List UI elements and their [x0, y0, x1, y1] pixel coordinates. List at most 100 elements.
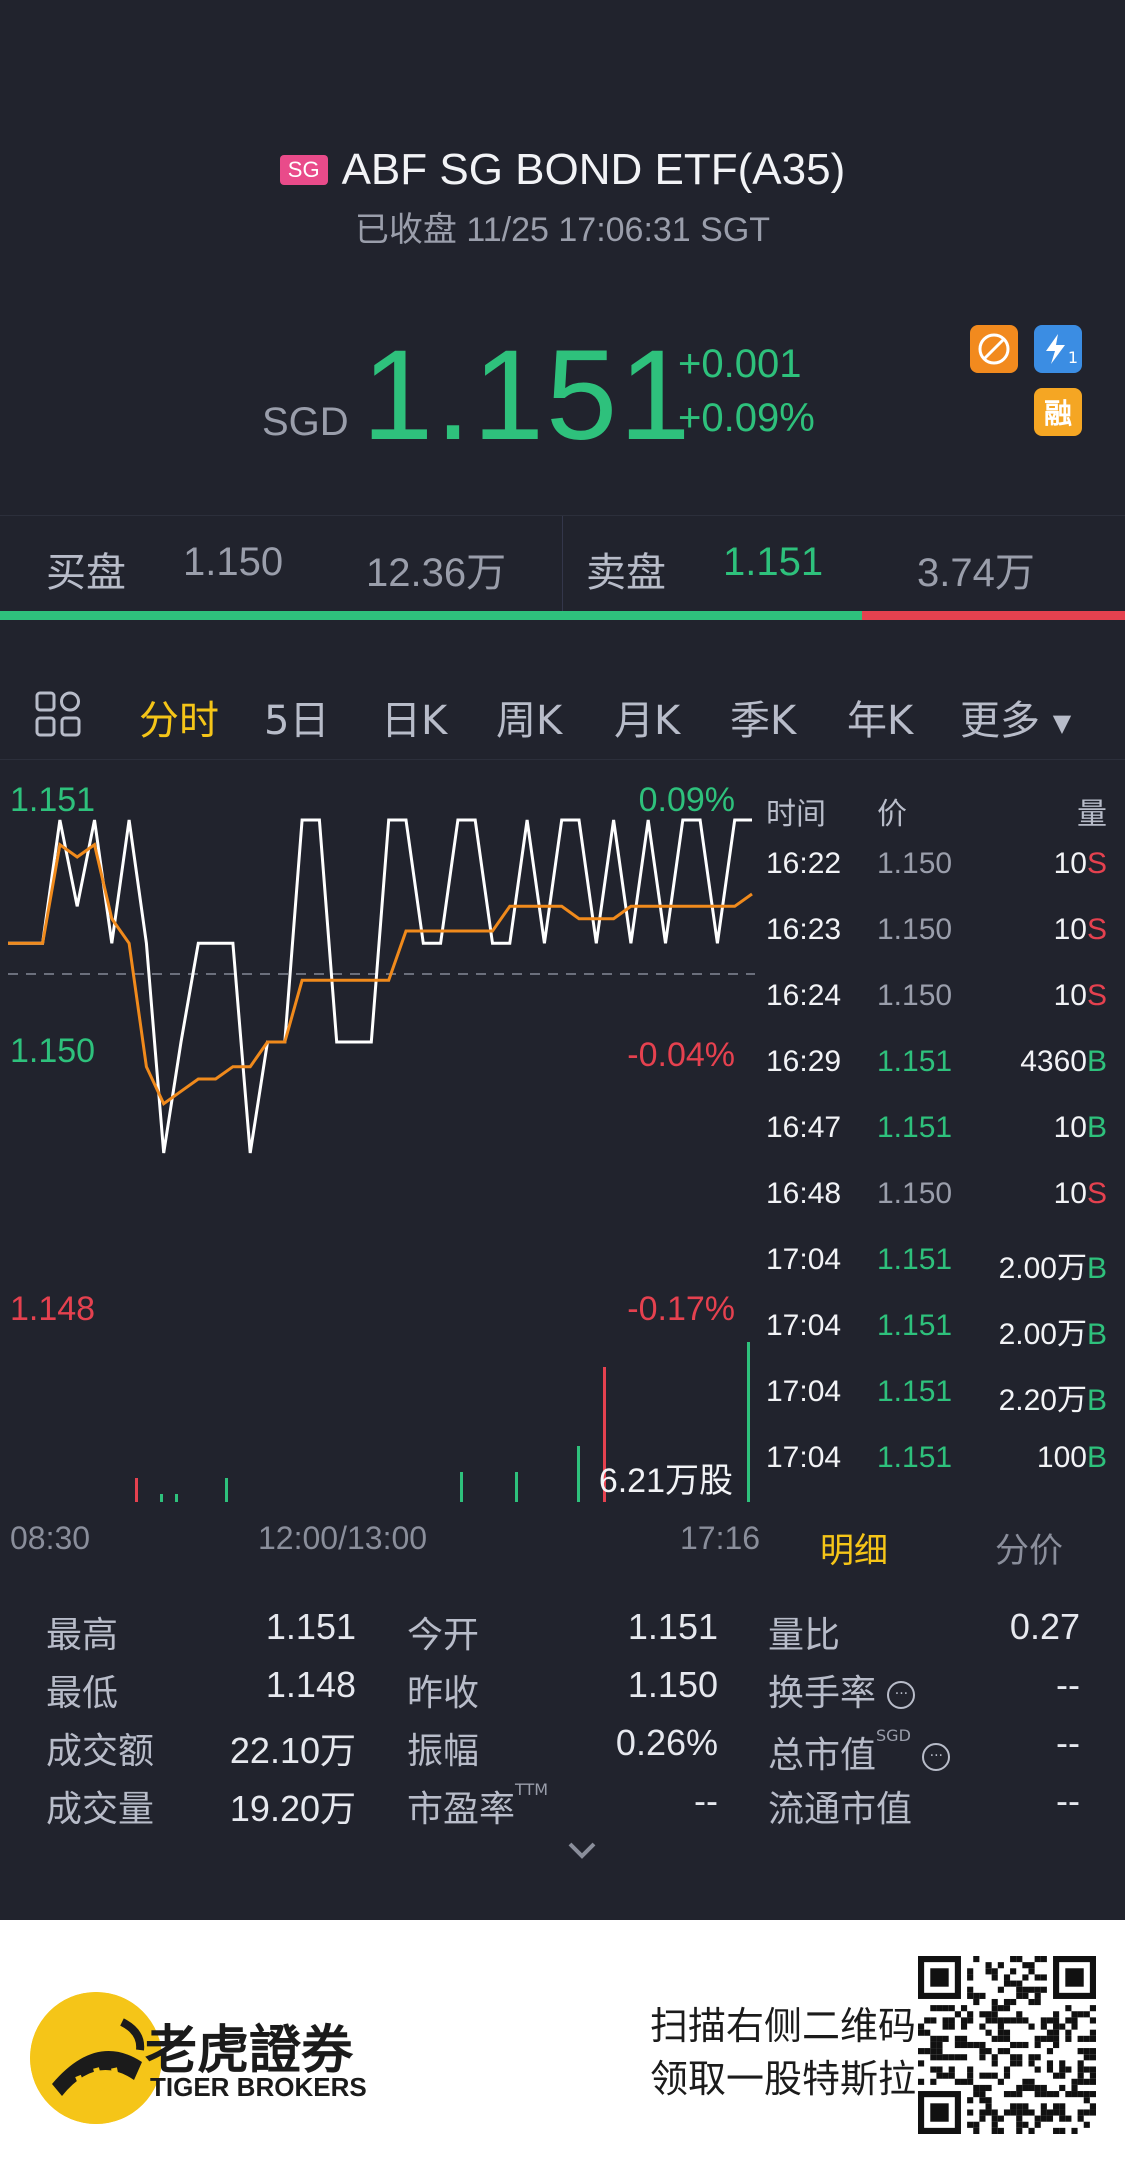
tick-side: S — [1086, 913, 1107, 946]
chart-period-tabs: 分时 5日 日K 周K 月K 季K 年K 更多 ▼ — [0, 660, 1125, 760]
ticks-header-volume: 量 — [1077, 797, 1107, 832]
tick-price: 1.151 — [877, 1111, 953, 1144]
y-left-tick: 1.151 — [10, 781, 95, 819]
tick-row: 16:48 1.150 10S — [760, 1177, 1125, 1243]
stat-low-label: 最低 — [46, 1673, 119, 1714]
tick-volume-value: 10 — [1053, 1177, 1087, 1210]
tick-price: 1.151 — [877, 1243, 953, 1276]
stat-volume: 19.20万 — [229, 1788, 356, 1829]
tab-5-day[interactable]: 5日 — [264, 688, 329, 746]
tick-time: 16:24 — [766, 979, 842, 1012]
tick-volume: 10S — [1054, 913, 1107, 947]
tick-side: B — [1086, 1252, 1107, 1285]
tick-price: 1.150 — [877, 979, 953, 1012]
tab-quarterly-k[interactable]: 季K — [730, 688, 796, 746]
tick-price: 1.150 — [877, 913, 953, 946]
stat-prev-close-label: 昨收 — [407, 1673, 480, 1714]
tick-volume-value: 2.00万 — [998, 1318, 1087, 1351]
stat-open-label: 今开 — [407, 1615, 480, 1656]
x-tick: 17:16 — [680, 1520, 761, 1556]
tab-trade-detail[interactable]: 明细 — [820, 1523, 888, 1572]
stat-vol-ratio: 0.27 — [1009, 1606, 1080, 1647]
bid-price: 1.150 — [183, 540, 284, 584]
volume-bar — [747, 1342, 750, 1502]
tick-volume: 2.00万B — [999, 1243, 1107, 1287]
y-left-tick: 1.148 — [10, 1290, 95, 1328]
price-change: +0.001 — [678, 342, 802, 386]
stat-open: 1.151 — [627, 1606, 718, 1647]
promo-line-2: 领取一股特斯拉 — [650, 2057, 917, 2101]
tab-price-distribution[interactable]: 分价 — [995, 1523, 1063, 1572]
tick-volume: 2.00万B — [999, 1309, 1107, 1353]
stat-vol-ratio-label: 量比 — [768, 1615, 841, 1656]
promo-line-1: 扫描右侧二维码 — [650, 2004, 917, 2048]
brand-name-en: TIGER BROKERS — [150, 2072, 367, 2102]
stat-pe-label: 市盈率TTM — [407, 1780, 548, 1832]
tab-more-label: 更多 — [960, 698, 1040, 744]
y-right-tick: -0.17% — [627, 1290, 735, 1328]
tab-weekly-k[interactable]: 周K — [496, 688, 562, 746]
tick-volume-value: 4360 — [1020, 1045, 1087, 1078]
intraday-chart[interactable]: 1.151 1.150 1.148 0.09% -0.04% -0.17% 6.… — [0, 760, 760, 1520]
layout-grid-icon[interactable] — [34, 690, 82, 738]
tab-more[interactable]: 更多 ▼ — [960, 688, 1071, 746]
title-row: SG ABF SG BOND ETF(A35) — [0, 135, 1125, 205]
tick-price: 1.150 — [877, 847, 953, 880]
margin-badge[interactable]: 融 — [1034, 388, 1082, 436]
expand-chevron-icon[interactable] — [562, 1836, 602, 1866]
tick-time: 17:04 — [766, 1309, 842, 1342]
tick-time: 17:04 — [766, 1441, 842, 1474]
tick-side: B — [1086, 1045, 1107, 1078]
volume-bar — [577, 1446, 580, 1502]
tick-price: 1.151 — [877, 1375, 953, 1408]
tick-time: 17:04 — [766, 1243, 842, 1276]
bid-label: 买盘 — [46, 550, 126, 596]
stat-turnover-rate-label: 换手率 ··· — [768, 1664, 916, 1716]
y-right-tick: -0.04% — [627, 1036, 735, 1074]
qr-code-icon[interactable] — [918, 1956, 1096, 2134]
stat-prev-close: 1.150 — [627, 1664, 718, 1705]
market-status: 已收盘 11/25 17:06:31 SGT — [354, 211, 771, 249]
tab-intraday[interactable]: 分时 — [139, 688, 219, 746]
tick-row: 16:29 1.151 4360B — [760, 1045, 1125, 1111]
tick-row: 17:04 1.151 2.00万B — [760, 1309, 1125, 1375]
x-tick: 12:00/13:00 — [258, 1520, 428, 1556]
stat-amplitude: 0.26% — [615, 1722, 718, 1763]
tick-volume: 2.20万B — [999, 1375, 1107, 1419]
volume-bar — [225, 1478, 228, 1502]
bid-ratio-bar — [0, 611, 862, 620]
tick-row: 17:04 1.151 2.20万B — [760, 1375, 1125, 1441]
quote-stats: 最高 1.151 最低 1.148 成交额 22.10万 成交量 19.20万 … — [0, 1590, 1125, 1850]
ask-ratio-bar — [862, 611, 1125, 620]
bid-ask-divider — [562, 516, 563, 616]
tab-monthly-k[interactable]: 月K — [614, 688, 680, 746]
stat-pe: -- — [694, 1780, 718, 1821]
tick-volume-value: 2.20万 — [998, 1384, 1087, 1417]
ask-label: 卖盘 — [586, 550, 666, 596]
tick-volume-value: 10 — [1053, 847, 1087, 880]
stat-high-label: 最高 — [46, 1615, 119, 1656]
last-price: 1.151 — [362, 324, 693, 467]
tick-price: 1.151 — [877, 1441, 953, 1474]
tick-side: S — [1086, 979, 1107, 1012]
price-line — [8, 818, 752, 1154]
tick-volume: 10S — [1054, 979, 1107, 1013]
promo-footer: 老虎證券 TIGER BROKERS 扫描右侧二维码 领取一股特斯拉 — [0, 1920, 1125, 2163]
bid-ask-bar: 买盘 1.150 12.36万 卖盘 1.151 3.74万 — [0, 515, 1125, 616]
tick-row: 16:22 1.150 10S — [760, 847, 1125, 913]
lightning-icon[interactable]: 1 — [1034, 325, 1082, 373]
tick-time: 16:47 — [766, 1111, 842, 1144]
ask-volume: 3.74万 — [917, 551, 1035, 595]
info-icon[interactable]: ··· — [887, 1681, 916, 1709]
tick-volume: 100B — [1037, 1441, 1107, 1475]
tick-side: B — [1086, 1384, 1107, 1417]
stat-float-cap: -- — [1056, 1780, 1080, 1821]
tab-daily-k[interactable]: 日K — [381, 688, 447, 746]
stat-market-cap-label-text: 总市值 — [768, 1735, 877, 1776]
stat-high: 1.151 — [265, 1606, 356, 1647]
tick-side: B — [1086, 1111, 1107, 1144]
tick-volume-value: 10 — [1053, 913, 1087, 946]
no-short-icon[interactable] — [970, 325, 1018, 373]
tick-volume-value: 10 — [1053, 979, 1087, 1012]
tab-yearly-k[interactable]: 年K — [847, 688, 913, 746]
